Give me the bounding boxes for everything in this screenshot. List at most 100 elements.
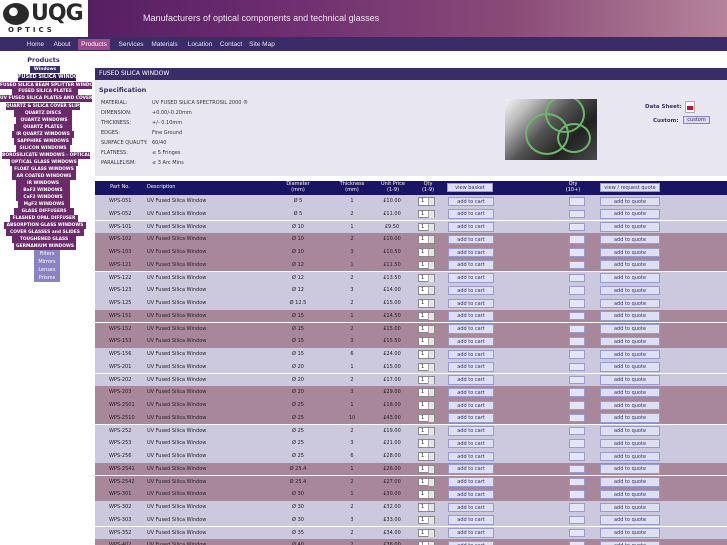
add-to-quote-button[interactable]: add to quote xyxy=(600,336,660,347)
logo[interactable]: UQG OPTICS xyxy=(0,0,88,37)
add-to-quote-button[interactable]: add to quote xyxy=(600,464,660,474)
sidebar-item[interactable]: BaF2 WINDOWS xyxy=(16,187,70,194)
add-to-quote-button[interactable]: add to quote xyxy=(600,540,660,545)
nav-contact[interactable]: Contact xyxy=(218,39,244,50)
add-to-cart-button[interactable]: add to cart xyxy=(448,540,494,545)
sidebar-item[interactable]: UV FUSED SILICA PLATES AND COVER SLIPS xyxy=(0,95,92,102)
add-to-cart-button[interactable]: add to cart xyxy=(448,336,494,347)
sidebar-item[interactable]: FUSED SILICA WINDOWS xyxy=(18,74,76,81)
qty-select[interactable]: 1 xyxy=(418,426,435,435)
add-to-quote-button[interactable]: add to quote xyxy=(600,438,660,449)
nav-services[interactable]: Services xyxy=(116,39,146,50)
qty-bulk-input[interactable] xyxy=(569,235,585,244)
sidebar-item[interactable]: CaF2 WINDOWS xyxy=(16,194,70,201)
qty-bulk-input[interactable] xyxy=(569,209,585,219)
qty-select[interactable]: 1 xyxy=(418,311,435,321)
qty-select[interactable]: 1 xyxy=(418,477,435,486)
qty-select[interactable]: 1 xyxy=(418,337,435,346)
qty-bulk-input[interactable] xyxy=(569,477,585,486)
nav-products[interactable]: Products xyxy=(78,39,110,50)
sidebar-item[interactable]: AR COATED WINDOWS xyxy=(12,173,76,180)
sidebar-item[interactable]: ABSORPTION GLASS WINDOWS xyxy=(4,222,86,229)
add-to-cart-button[interactable]: add to cart xyxy=(448,413,494,423)
qty-select[interactable]: 1 xyxy=(418,515,435,525)
qty-bulk-input[interactable] xyxy=(569,528,585,537)
add-to-cart-button[interactable]: add to cart xyxy=(448,209,494,219)
add-to-cart-button[interactable]: add to cart xyxy=(448,247,494,257)
add-to-quote-button[interactable]: add to quote xyxy=(600,451,660,461)
qty-bulk-input[interactable] xyxy=(569,362,585,372)
add-to-cart-button[interactable]: add to cart xyxy=(448,464,494,474)
add-to-cart-button[interactable]: add to cart xyxy=(448,438,494,449)
add-to-cart-button[interactable]: add to cart xyxy=(448,324,494,334)
qty-select[interactable]: 1 xyxy=(418,464,435,474)
add-to-cart-button[interactable]: add to cart xyxy=(448,311,494,321)
sidebar-link-filters[interactable]: Filters xyxy=(34,250,60,258)
sidebar-item[interactable]: TOUGHENED GLASS xyxy=(12,236,76,243)
add-to-cart-button[interactable]: add to cart xyxy=(448,298,494,308)
pdf-icon[interactable] xyxy=(685,101,695,113)
nav-location[interactable]: Location xyxy=(185,39,215,50)
qty-select[interactable]: 1 xyxy=(418,388,435,397)
add-to-quote-button[interactable]: add to quote xyxy=(600,387,660,398)
add-to-quote-button[interactable]: add to quote xyxy=(600,298,660,308)
sidebar-item[interactable]: SILICON WINDOWS xyxy=(16,145,70,152)
qty-select[interactable]: 1 xyxy=(418,273,435,282)
add-to-cart-button[interactable]: add to cart xyxy=(448,349,494,359)
add-to-quote-button[interactable]: add to quote xyxy=(600,426,660,436)
sidebar-item[interactable]: OPTICAL GLASS WINDOWS xyxy=(10,159,78,166)
sidebar-item[interactable]: FLOAT GLASS WINDOWS xyxy=(12,166,76,173)
add-to-quote-button[interactable]: add to quote xyxy=(600,489,660,500)
qty-bulk-input[interactable] xyxy=(569,299,585,308)
add-to-cart-button[interactable]: add to cart xyxy=(448,285,494,296)
qty-select[interactable]: 1 xyxy=(418,324,435,333)
qty-select[interactable]: 1 xyxy=(418,209,435,219)
add-to-cart-button[interactable]: add to cart xyxy=(448,477,494,487)
add-to-quote-button[interactable]: add to quote xyxy=(600,273,660,283)
add-to-cart-button[interactable]: add to cart xyxy=(448,528,494,538)
qty-bulk-input[interactable] xyxy=(569,401,585,410)
add-to-quote-button[interactable]: add to quote xyxy=(600,515,660,525)
sidebar-item[interactable]: COVER GLASSES and SLIDES xyxy=(6,229,84,236)
qty-bulk-input[interactable] xyxy=(569,464,585,474)
qty-bulk-input[interactable] xyxy=(569,388,585,397)
qty-bulk-input[interactable] xyxy=(569,222,585,231)
qty-select[interactable]: 1 xyxy=(418,401,435,410)
qty-bulk-input[interactable] xyxy=(569,375,585,384)
qty-bulk-input[interactable] xyxy=(569,337,585,346)
add-to-cart-button[interactable]: add to cart xyxy=(448,489,494,500)
qty-select[interactable]: 1 xyxy=(418,452,435,461)
qty-select[interactable]: 1 xyxy=(418,260,435,270)
qty-bulk-input[interactable] xyxy=(569,515,585,525)
add-to-cart-button[interactable]: add to cart xyxy=(448,196,494,206)
custom-button[interactable]: custom xyxy=(683,116,710,124)
add-to-cart-button[interactable]: add to cart xyxy=(448,502,494,512)
sidebar-link-mirrors[interactable]: Mirrors xyxy=(34,258,60,266)
qty-select[interactable]: 1 xyxy=(418,299,435,308)
add-to-quote-button[interactable]: add to quote xyxy=(600,247,660,257)
qty-select[interactable]: 1 xyxy=(418,439,435,448)
add-to-cart-button[interactable]: add to cart xyxy=(448,515,494,525)
qty-bulk-input[interactable] xyxy=(569,426,585,435)
add-to-cart-button[interactable]: add to cart xyxy=(448,260,494,270)
add-to-cart-button[interactable]: add to cart xyxy=(448,387,494,398)
add-to-quote-button[interactable]: add to quote xyxy=(600,502,660,512)
sidebar-item[interactable]: IR QUARTZ WINDOWS xyxy=(12,131,74,138)
add-to-cart-button[interactable]: add to cart xyxy=(448,426,494,436)
nav-materials[interactable]: Materials xyxy=(150,39,179,50)
view-quote-button[interactable]: view / request quote xyxy=(600,183,660,192)
sidebar-link-prisms[interactable]: Prisms xyxy=(34,274,60,282)
sidebar-item[interactable]: MgF2 WINDOWS xyxy=(18,201,70,208)
add-to-quote-button[interactable]: add to quote xyxy=(600,477,660,487)
sidebar-item[interactable]: GLASS DIFFUSERS xyxy=(14,208,74,215)
add-to-cart-button[interactable]: add to cart xyxy=(448,222,494,232)
add-to-cart-button[interactable]: add to cart xyxy=(448,400,494,410)
view-basket-button[interactable]: view basket xyxy=(447,183,493,192)
qty-select[interactable]: 1 xyxy=(418,248,435,257)
add-to-cart-button[interactable]: add to cart xyxy=(448,375,494,385)
nav-site-map[interactable]: Site Map xyxy=(248,39,276,50)
qty-select[interactable]: 1 xyxy=(418,286,435,295)
qty-bulk-input[interactable] xyxy=(569,452,585,461)
qty-bulk-input[interactable] xyxy=(569,248,585,257)
add-to-quote-button[interactable]: add to quote xyxy=(600,375,660,385)
